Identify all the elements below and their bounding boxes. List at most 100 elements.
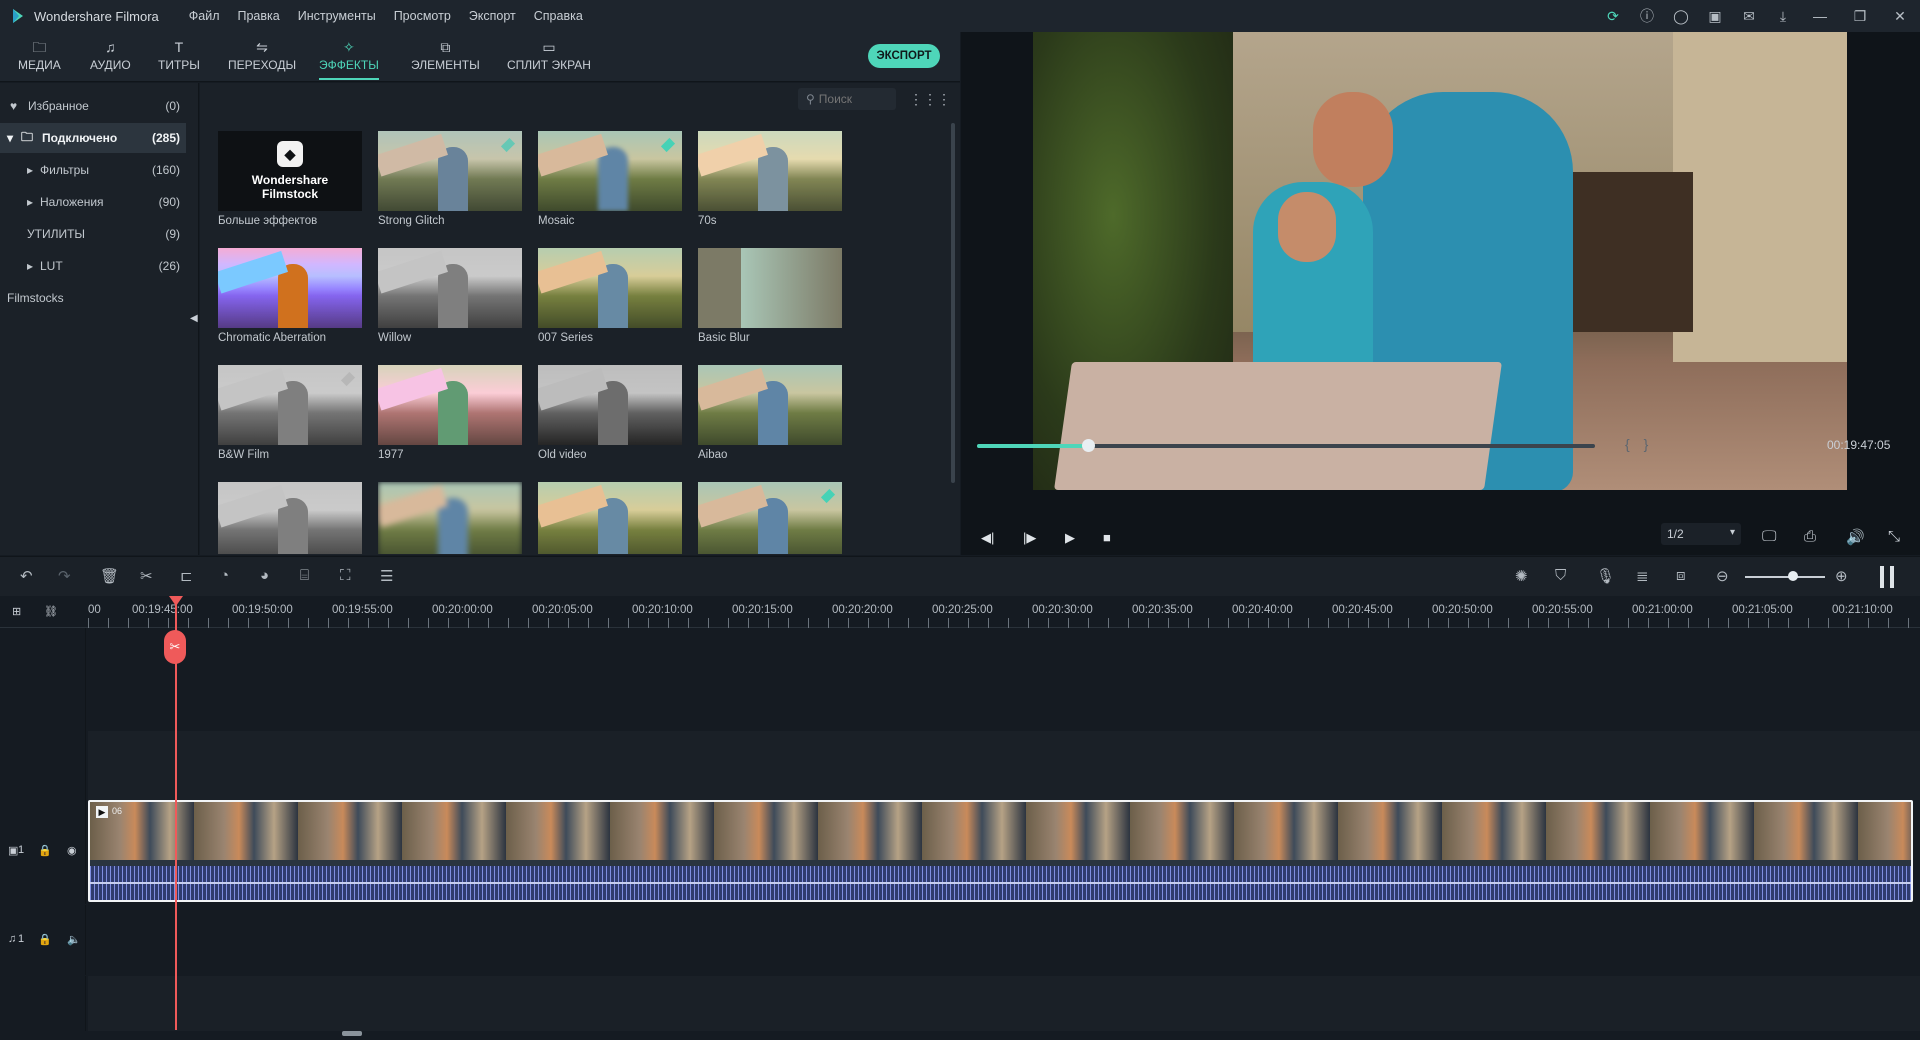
preview-scrubber[interactable]: [977, 439, 1595, 452]
effect-tile[interactable]: Chromatic Aberration: [218, 248, 362, 348]
lock-icon[interactable]: 🔒: [38, 933, 52, 946]
menu-file[interactable]: Файл: [189, 9, 220, 23]
effect-tile[interactable]: Strong Glitch: [378, 131, 522, 231]
eye-icon[interactable]: ◉: [67, 844, 77, 857]
delete-icon[interactable]: 🗑: [100, 567, 119, 585]
adjust-icon[interactable]: ☰: [380, 567, 393, 585]
tab-transitions[interactable]: ⇋ ПЕРЕХОДЫ: [228, 38, 296, 80]
add-track-icon[interactable]: ⊞: [12, 605, 21, 618]
sidebar-item-filters[interactable]: ▸ Фильтры (160): [0, 155, 186, 185]
speaker-icon[interactable]: 🔈: [67, 933, 81, 946]
menu-help[interactable]: Справка: [534, 9, 583, 23]
empty-track[interactable]: [88, 976, 1920, 1031]
tab-split-screen[interactable]: ▭ СПЛИТ ЭКРАН: [507, 38, 591, 80]
speed-icon[interactable]: ◔: [220, 567, 229, 584]
effect-tile[interactable]: [218, 482, 362, 554]
menu-edit[interactable]: Правка: [238, 9, 280, 23]
effect-tile[interactable]: 007 Series: [538, 248, 682, 348]
timeline-scrollbar[interactable]: [342, 1031, 362, 1036]
mark-in-out-icon[interactable]: {}: [1625, 436, 1662, 452]
link-icon[interactable]: ⛓: [44, 605, 58, 618]
microphone-icon[interactable]: 🎙: [1596, 567, 1615, 585]
account-icon[interactable]: ◯: [1664, 0, 1698, 32]
tab-elements[interactable]: ⧉ ЭЛЕМЕНТЫ: [411, 38, 480, 80]
effect-tile[interactable]: 70s: [698, 131, 842, 231]
playhead-line[interactable]: [175, 604, 177, 1030]
effect-tile[interactable]: Old video: [538, 365, 682, 465]
grid-view-icon[interactable]: ⋮⋮⋮: [909, 89, 951, 109]
effect-tile[interactable]: ◆ Wondershare Filmstock Больше эффектов: [218, 131, 362, 231]
fullscreen-icon[interactable]: ⤡: [1888, 528, 1900, 545]
cut-icon[interactable]: ✂: [140, 567, 153, 585]
collapse-sidebar-icon[interactable]: ◀: [190, 313, 198, 324]
minimize-icon[interactable]: —: [1800, 0, 1840, 32]
zoom-slider-handle[interactable]: [1788, 571, 1798, 581]
undo-icon[interactable]: ↶: [20, 567, 33, 585]
stop-icon[interactable]: ■: [1103, 530, 1111, 545]
info-icon[interactable]: ⓘ: [1630, 0, 1664, 32]
marker-icon[interactable]: ⛉: [1555, 567, 1566, 584]
effect-tile[interactable]: Aibao: [698, 365, 842, 465]
render-icon[interactable]: ✺: [1515, 567, 1528, 585]
menu-export[interactable]: Экспорт: [469, 9, 516, 23]
search-input[interactable]: [818, 92, 889, 106]
effect-tile[interactable]: B&W Film: [218, 365, 362, 465]
menu-view[interactable]: Просмотр: [394, 9, 451, 23]
playback-quality-select[interactable]: 1/2 ▾: [1661, 523, 1741, 545]
sidebar-item-filmstocks[interactable]: Filmstocks: [0, 283, 186, 313]
sidebar-item-overlays[interactable]: ▸ Наложения (90): [0, 187, 186, 217]
effect-tile[interactable]: Mosaic: [538, 131, 682, 231]
sidebar-item-favorites[interactable]: ♥ Избранное (0): [0, 91, 186, 121]
snapshot-icon[interactable]: ⎙: [1804, 528, 1816, 545]
mail-icon[interactable]: ✉: [1732, 0, 1766, 32]
zoom-slider[interactable]: [1745, 576, 1825, 578]
effect-tile[interactable]: 1977: [378, 365, 522, 465]
save-icon[interactable]: ▣: [1698, 0, 1732, 32]
play-pause-icon[interactable]: |▶: [1023, 530, 1036, 546]
redo-icon[interactable]: ↷: [58, 567, 71, 585]
previous-frame-icon[interactable]: ◀|: [981, 530, 994, 546]
restore-icon[interactable]: ❐: [1840, 0, 1880, 32]
tab-titles[interactable]: T ТИТРЫ: [158, 38, 200, 80]
search-box[interactable]: ⚲: [798, 88, 896, 110]
download-icon[interactable]: ⤓: [1766, 0, 1800, 32]
lock-icon[interactable]: 🔒: [38, 844, 52, 857]
sidebar-item-utilities[interactable]: УТИЛИТЫ (9): [0, 219, 186, 249]
close-icon[interactable]: ✕: [1880, 0, 1920, 32]
fit-screen-icon[interactable]: ⛶: [340, 567, 351, 584]
sidebar-item-lut[interactable]: ▸ LUT (26): [0, 251, 186, 281]
snapshot-frame-icon[interactable]: ⧈: [1676, 567, 1686, 584]
play-icon[interactable]: ▶: [1065, 530, 1075, 546]
timeline-pause-icon[interactable]: [1880, 566, 1894, 588]
menu-tools[interactable]: Инструменты: [298, 9, 376, 23]
effect-tile[interactable]: Willow: [378, 248, 522, 348]
effect-tile[interactable]: [378, 482, 522, 554]
export-button[interactable]: ЭКСПОРТ: [868, 44, 940, 68]
sidebar-item-downloaded[interactable]: ▾ 🗀 Подключено (285): [0, 123, 186, 153]
effect-tile[interactable]: [698, 482, 842, 554]
effect-tile[interactable]: Basic Blur: [698, 248, 842, 348]
video-clip[interactable]: ▶ 06: [88, 800, 1913, 902]
zoom-in-icon[interactable]: ⊕: [1835, 567, 1848, 585]
tab-effects[interactable]: ✧ ЭФФЕКТЫ: [319, 38, 379, 80]
preview-video-frame[interactable]: [1033, 32, 1847, 490]
crop-icon[interactable]: ⊏: [180, 567, 193, 585]
tab-media[interactable]: 🗀 МЕДИА: [18, 38, 61, 80]
menu-bar: Файл Правка Инструменты Просмотр Экспорт…: [189, 9, 601, 23]
audio-mixer-icon[interactable]: ⌸: [300, 567, 309, 584]
voiceover-icon[interactable]: ≣: [1636, 567, 1649, 585]
volume-icon[interactable]: 🔊: [1846, 528, 1865, 546]
timeline-ruler[interactable]: ⊞ ⛓ 00 00:19:45:00 00:19:50:00 00:19:55:…: [0, 596, 1920, 628]
split-scissors-icon[interactable]: ✂: [164, 630, 186, 664]
refresh-icon[interactable]: ⟳: [1596, 0, 1630, 32]
effect-thumbnail: [538, 131, 682, 211]
color-icon[interactable]: ◕: [260, 567, 269, 584]
monitor-icon[interactable]: 🖵: [1762, 528, 1776, 545]
library-scrollbar[interactable]: [951, 123, 955, 483]
audio-track[interactable]: [88, 905, 1920, 975]
empty-track[interactable]: [88, 731, 1920, 800]
tab-audio[interactable]: ♫ АУДИО: [90, 38, 131, 80]
effect-tile[interactable]: [538, 482, 682, 554]
empty-track[interactable]: [88, 628, 1920, 730]
zoom-out-icon[interactable]: ⊖: [1716, 567, 1729, 585]
